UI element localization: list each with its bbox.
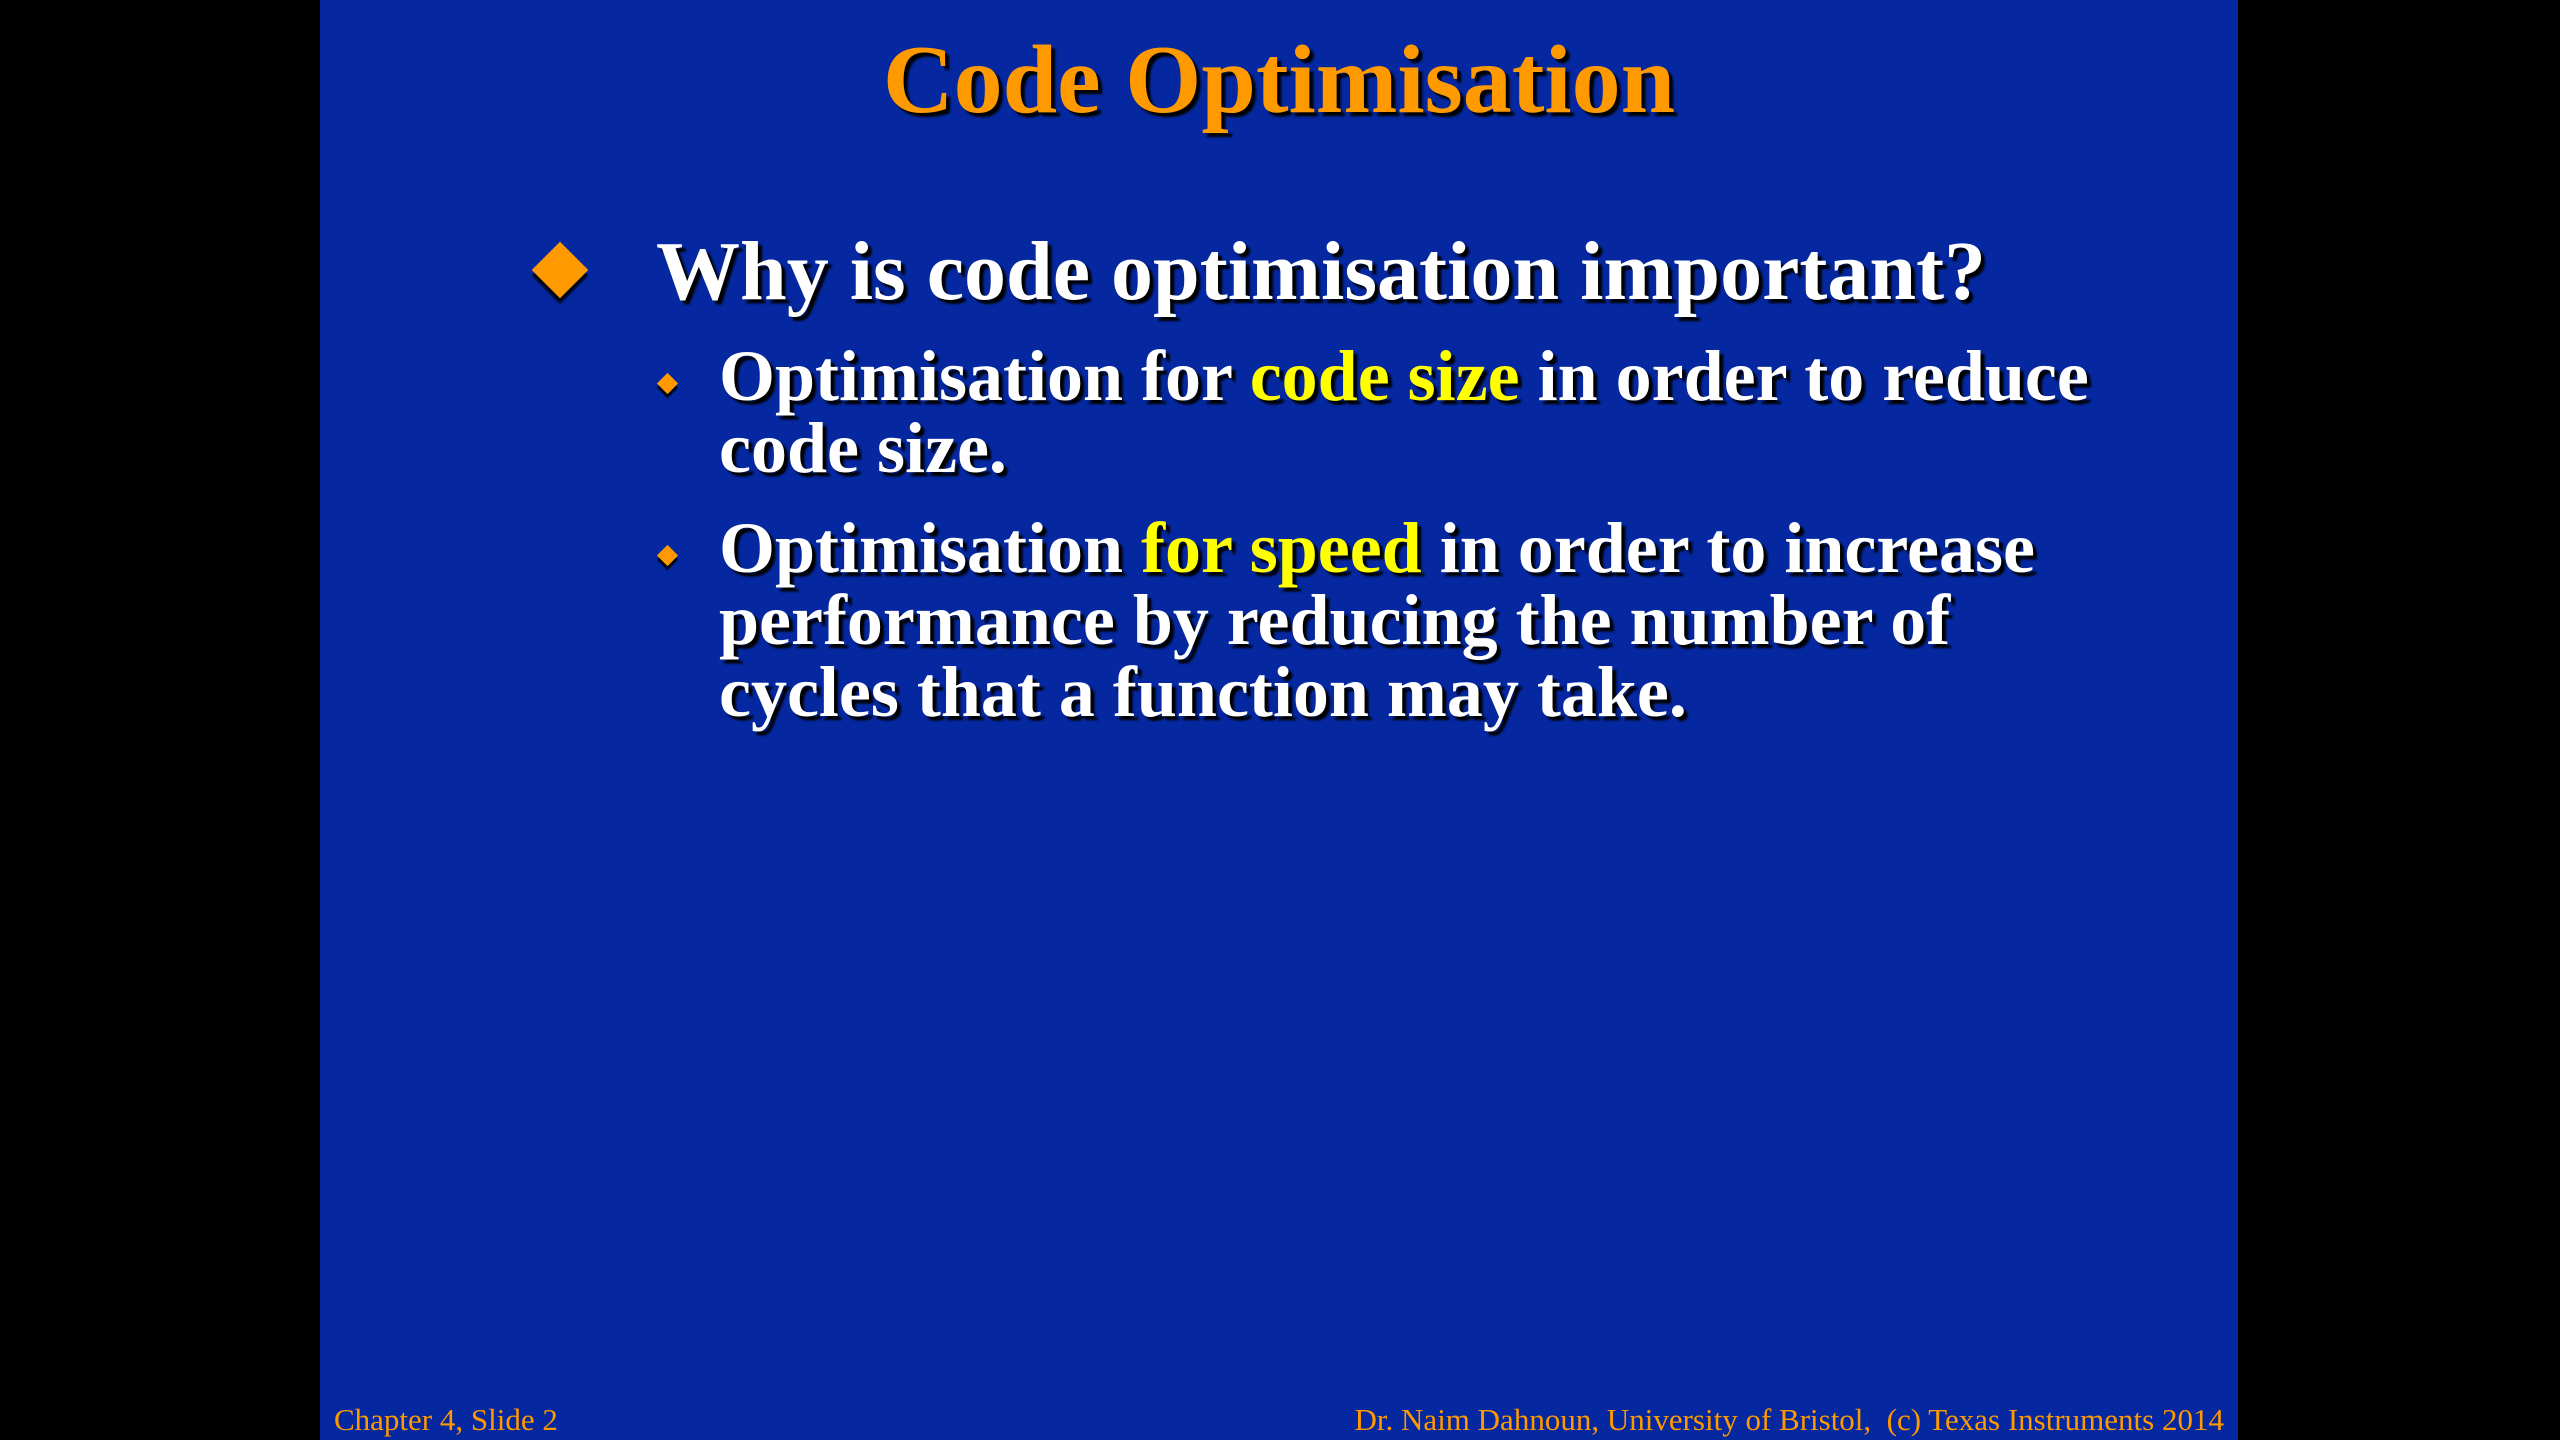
- footer-credits: Dr. Naim Dahnoun, University of Bristol,…: [1354, 1402, 2224, 1437]
- slide-title: Code Optimisation: [882, 26, 1676, 134]
- sub-bullet-line: Optimisation for speed in order to incre…: [719, 512, 2035, 584]
- presentation-viewer: Code Optimisation Why is code optimisati…: [0, 0, 2560, 1440]
- sub-bullet-line: cycles that a function may take.: [719, 652, 1687, 732]
- sub-bullet-text-before: Optimisation for: [719, 336, 1250, 416]
- highlighted-phrase: code size: [1249, 336, 1520, 416]
- sub-bullet-speed: Optimisation for speed in order to incre…: [656, 512, 2216, 728]
- highlighted-phrase: for speed: [1141, 508, 1422, 588]
- sub-bullet-text-after: in order to increase: [1421, 508, 2035, 588]
- sub-bullet-code-size: Optimisation for code size in order to r…: [656, 340, 2216, 484]
- sub-bullet-list: Optimisation for code size in order to r…: [656, 340, 2216, 756]
- sub-bullet-text: Optimisation for code size in order to r…: [719, 340, 2089, 484]
- main-bullet: Why is code optimisation important?: [516, 222, 2176, 323]
- diamond-bullet-icon: [531, 241, 589, 299]
- sub-bullet-line: code size.: [719, 408, 1007, 488]
- small-diamond-bullet-icon: [656, 544, 679, 567]
- sub-bullet-text: Optimisation for speed in order to incre…: [719, 512, 2035, 728]
- slide: Code Optimisation Why is code optimisati…: [320, 0, 2238, 1440]
- main-bullet-text: Why is code optimisation important?: [656, 225, 1987, 318]
- sub-bullet-text-before: Optimisation: [719, 508, 1142, 588]
- footer-slide-number: Chapter 4, Slide 2: [334, 1402, 558, 1437]
- sub-bullet-line: performance by reducing the number of: [719, 580, 1951, 660]
- small-diamond-bullet-icon: [656, 372, 679, 395]
- sub-bullet-text-after: in order to reduce: [1519, 336, 2089, 416]
- sub-bullet-line: Optimisation for code size in order to r…: [719, 340, 2089, 412]
